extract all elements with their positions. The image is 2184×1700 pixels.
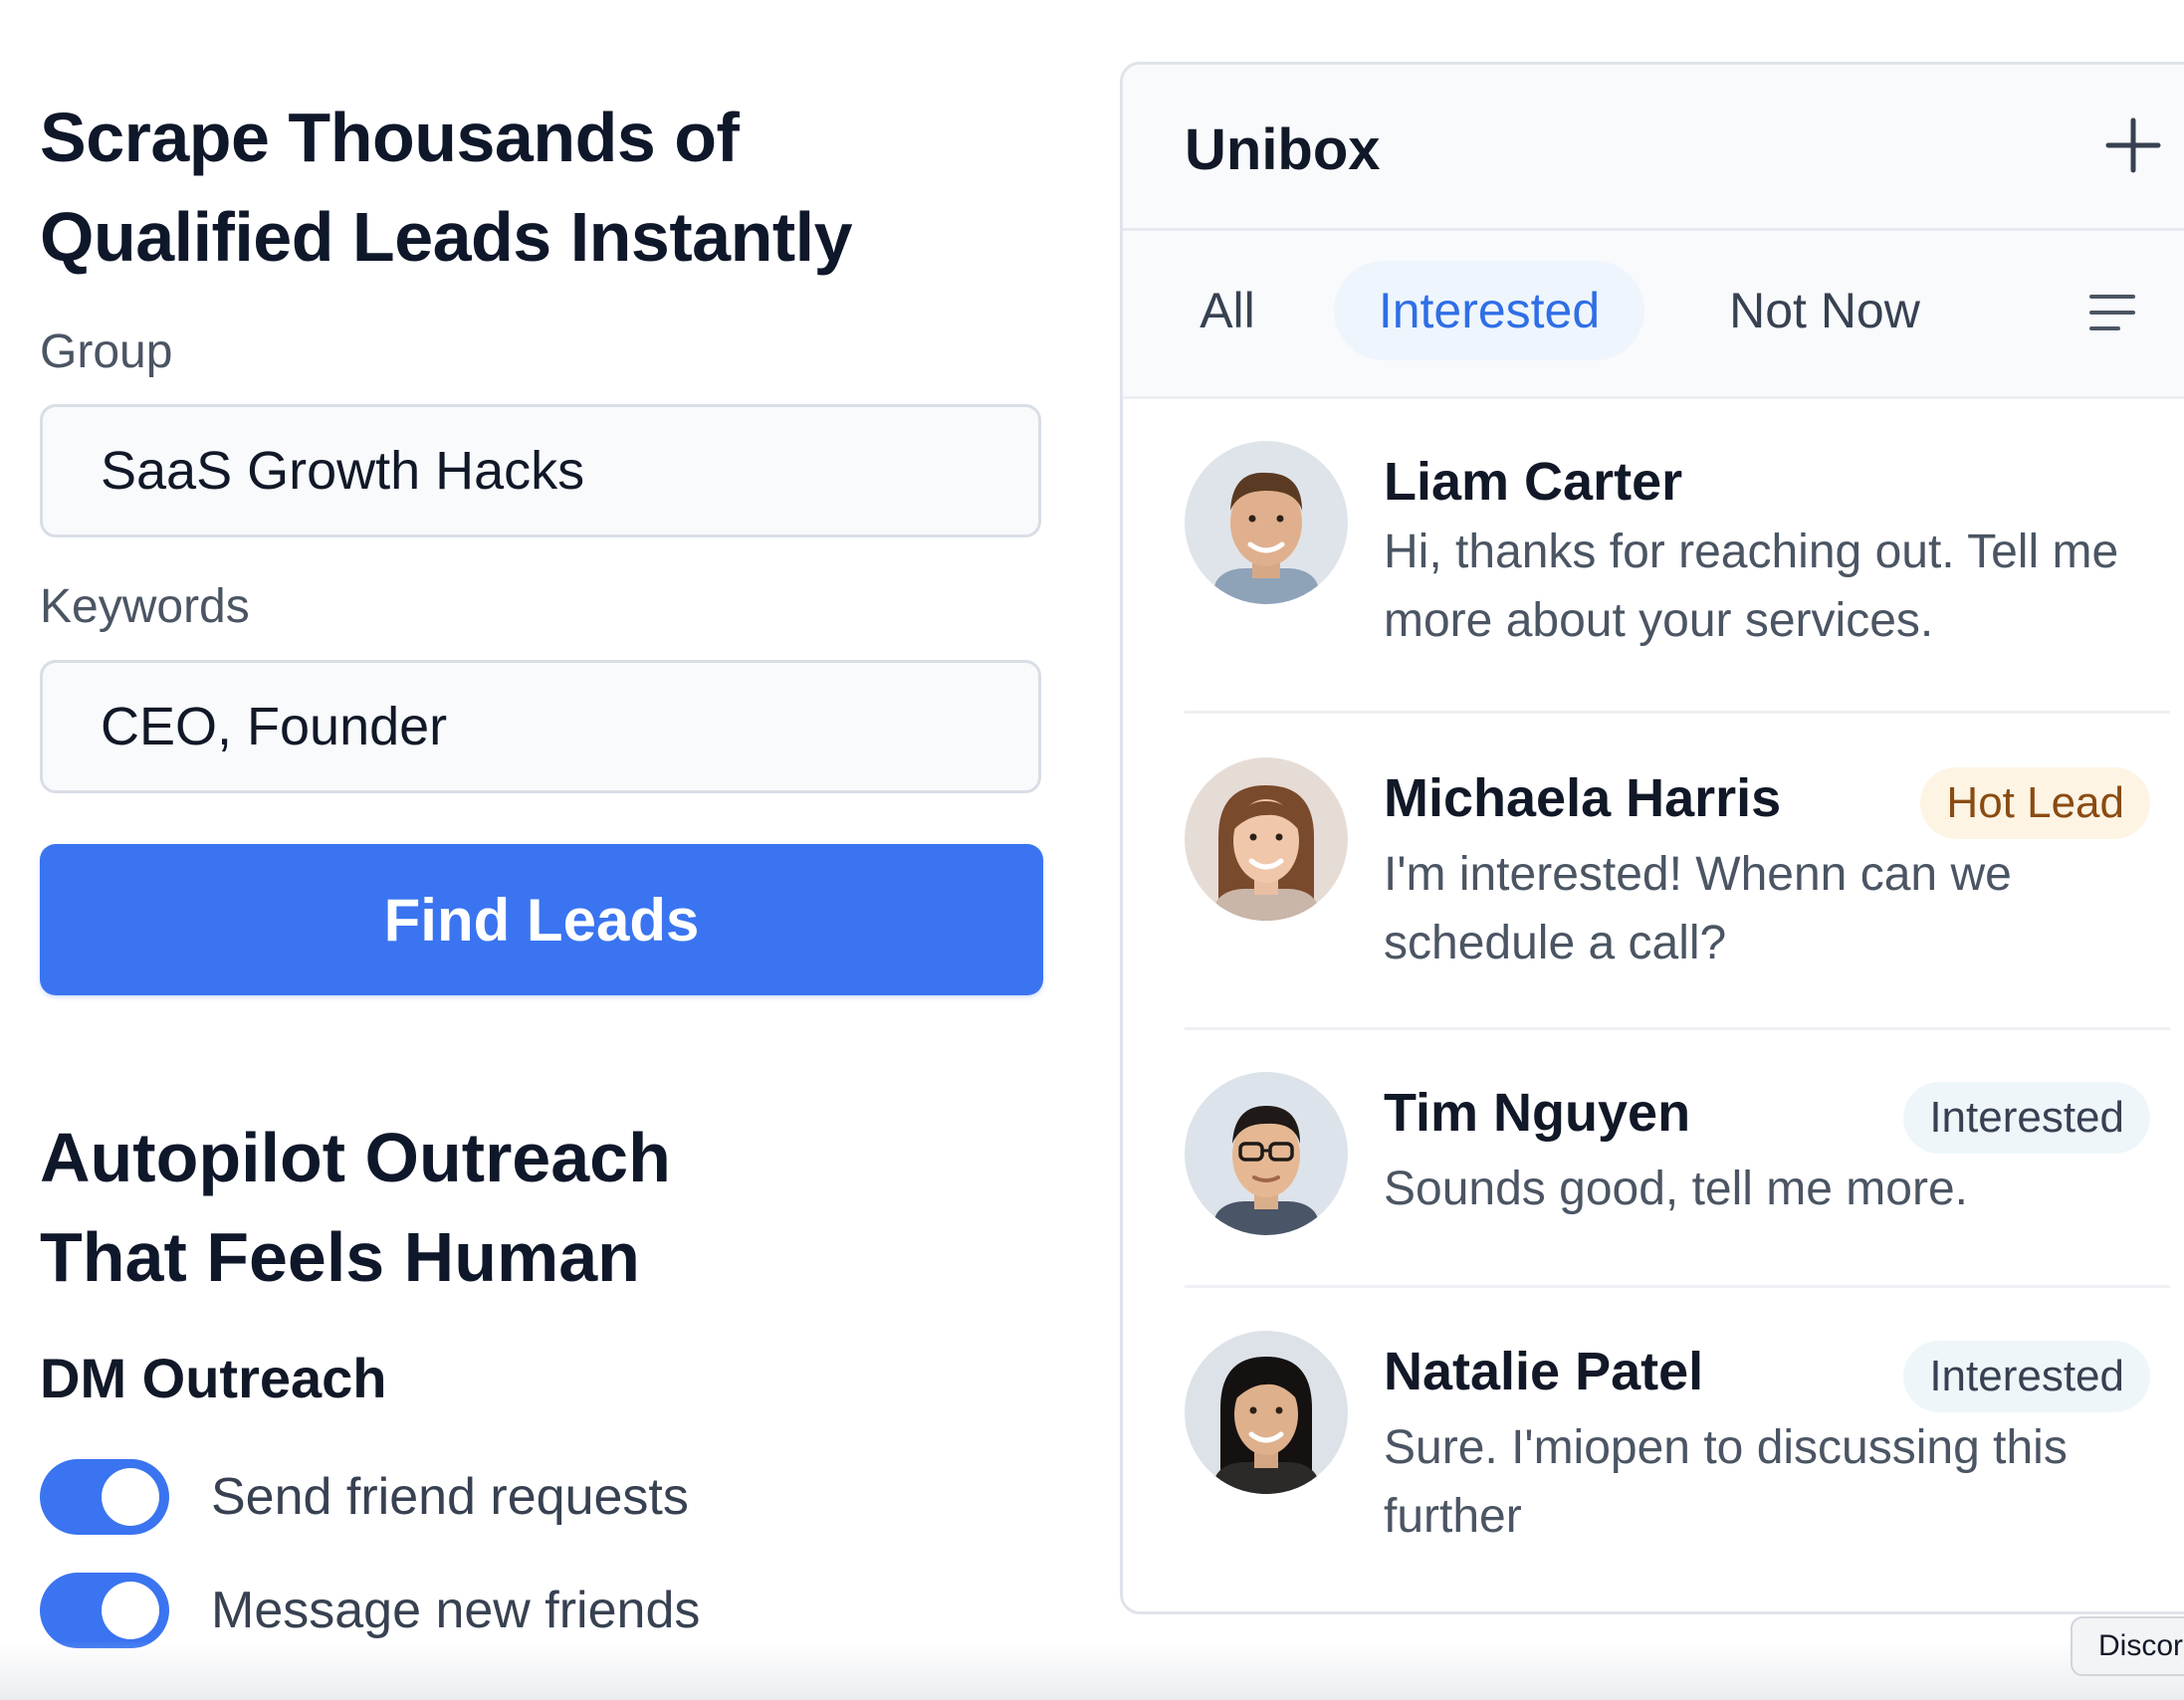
contact-name: Tim Nguyen [1384,1083,1691,1143]
conversation-item[interactable]: Natalie Patel Interested Sure. I'miopen … [1185,1331,2150,1570]
menu-lines-icon[interactable] [2088,291,2136,334]
message-preview: I'm interested! Whenn can we schedule a … [1384,848,2012,969]
avatar [1185,1331,1348,1494]
message-new-friends-toggle[interactable] [40,1573,169,1648]
find-leads-button[interactable]: Find Leads [40,844,1043,995]
avatar [1185,1072,1348,1235]
message-preview: Sounds good, tell me more. [1384,1163,1968,1215]
lead-finder-title: Scrape Thousands of Qualified Leads Insta… [40,99,853,276]
group-field[interactable]: SaaS Growth Hacks [40,404,1041,537]
toggle-row-message-new-friends: Message new friends [40,1571,700,1650]
avatar [1185,757,1348,921]
tab-interested[interactable]: Interested [1334,261,1644,360]
keywords-field[interactable]: CEO, Founder [40,660,1041,793]
avatar [1185,441,1348,604]
toggle-row-send-friend-requests: Send friend requests [40,1457,689,1537]
toggle-knob [102,1582,159,1639]
bottom-shadow [0,1640,2184,1700]
toggle-knob [102,1468,159,1526]
discord-tooltip: Discord [2071,1616,2184,1676]
tab-not-now[interactable]: Not Now [1690,261,1959,360]
contact-name: Natalie Patel [1384,1342,1704,1401]
contact-name: Michaela Harris [1384,768,1782,828]
toggle-label: Send friend requests [211,1468,689,1526]
dm-outreach-heading: DM Outreach [40,1347,387,1409]
message-preview: Hi, thanks for reaching out. Tell me mor… [1384,526,2119,647]
conversation-item[interactable]: Liam Carter Hi, thanks for reaching out.… [1185,441,2150,700]
conversation-item[interactable]: Michaela Harris Hot Lead I'm interested!… [1185,757,2150,1016]
contact-name: Liam Carter [1384,452,1683,512]
group-label: Group [40,325,173,378]
send-friend-requests-toggle[interactable] [40,1459,169,1535]
unibox-tabs: All Interested Not Now [1123,231,2184,399]
outreach-title: Autopilot Outreach That Feels Human [40,1119,671,1296]
unibox-header: Unibox [1123,65,2184,231]
toggle-label: Message new friends [211,1582,701,1639]
keywords-label: Keywords [40,580,250,633]
interested-badge: Interested [1903,1341,2150,1412]
hot-lead-badge: Hot Lead [1920,767,2150,839]
divider [1185,711,2170,714]
message-preview: Sure. I'miopen to discussing this furthe… [1384,1421,2068,1543]
plus-icon[interactable] [2098,110,2168,180]
tab-all[interactable]: All [1173,261,1282,360]
divider [1185,1027,2170,1030]
unibox-title: Unibox [1185,117,1381,182]
unibox-panel: Unibox All Interested Not Now Liam Carte… [1120,62,2184,1614]
conversation-item[interactable]: Tim Nguyen Interested Sounds good, tell … [1185,1072,2150,1271]
divider [1185,1285,2170,1288]
interested-badge: Interested [1903,1082,2150,1154]
